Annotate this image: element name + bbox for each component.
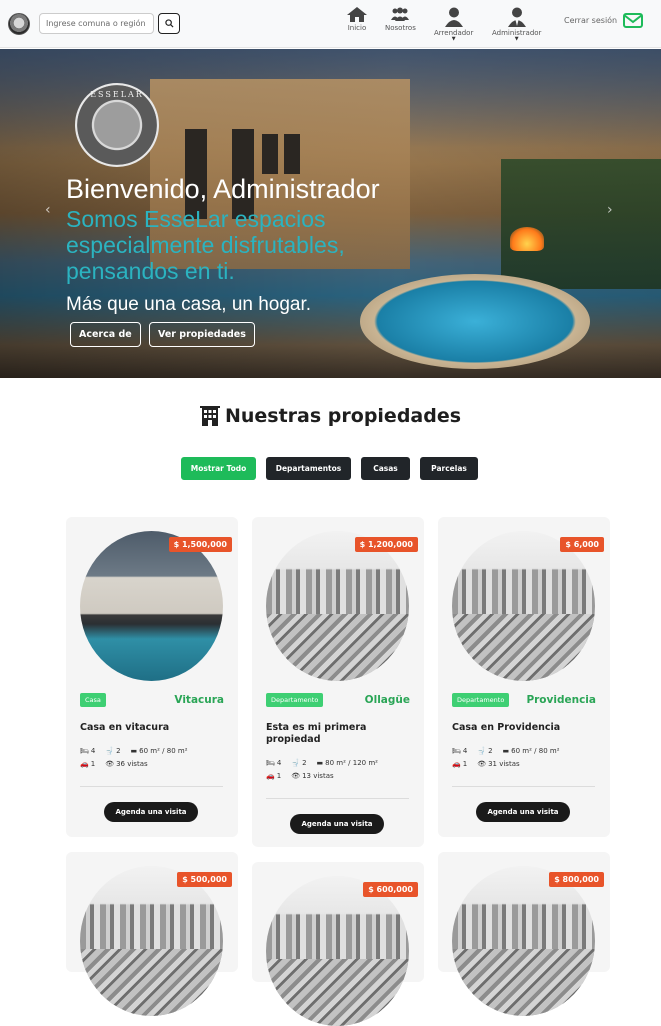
- nav-label-inicio: Inicio: [347, 24, 367, 32]
- brand-logo[interactable]: [8, 13, 30, 35]
- ruler-icon: ▬: [316, 759, 324, 767]
- bed-icon: 🛏: [452, 747, 461, 755]
- esselar-logo: ESSELAR: [75, 83, 159, 167]
- chevron-left-icon[interactable]: ‹: [45, 202, 51, 218]
- toilet-icon: 🚽: [291, 759, 301, 767]
- chevron-right-icon[interactable]: ›: [607, 202, 613, 218]
- features-row: 🛏 4 🚽 2 ▬ 60 m² / 80 m²: [80, 747, 188, 755]
- price-badge: $ 800,000: [549, 872, 604, 887]
- chevron-down-icon: ▼: [451, 36, 456, 42]
- type-badge: Departamento: [452, 693, 510, 707]
- property-photo[interactable]: [80, 866, 223, 1016]
- home-icon: [347, 7, 367, 22]
- nav-item-inicio[interactable]: Inicio: [347, 7, 367, 32]
- nav-label-nosotros: Nosotros: [385, 24, 416, 32]
- view-properties-button[interactable]: Ver propiedades: [149, 322, 255, 347]
- filter-casas-button[interactable]: Casas: [361, 457, 410, 480]
- nav-item-arrendador[interactable]: Arrendador ▼: [434, 7, 473, 42]
- features-row: 🛏 4 🚽 2 ▬ 60 m² / 80 m²: [452, 747, 560, 755]
- type-badge: Casa: [80, 693, 106, 707]
- schedule-visit-button[interactable]: Agenda una visita: [476, 802, 570, 822]
- price-badge: $ 1,500,000: [168, 537, 232, 552]
- comuna-label: Vitacura: [174, 694, 224, 706]
- eye-icon: 👁: [105, 760, 115, 768]
- features-row: 🚗 1 👁 13 vistas: [266, 772, 334, 780]
- nav-item-nosotros[interactable]: Nosotros: [385, 7, 416, 32]
- toilet-icon: 🚽: [477, 747, 487, 755]
- filter-parcelas-button[interactable]: Parcelas: [420, 457, 478, 480]
- property-title: Casa en Providencia: [452, 722, 561, 733]
- property-photo[interactable]: [266, 876, 409, 1026]
- filter-departamentos-button[interactable]: Departamentos: [266, 457, 351, 480]
- property-title: Esta es mi primera propiedad: [266, 722, 367, 745]
- price-badge: $ 500,000: [177, 872, 232, 887]
- toilet-icon: 🚽: [105, 747, 115, 755]
- search-button[interactable]: [158, 13, 180, 34]
- hero-carousel: ESSELAR Bienvenido, Administrador Somos …: [0, 49, 661, 378]
- comuna-label: Ollagüe: [364, 694, 410, 706]
- property-card[interactable]: $ 500,000: [66, 852, 238, 1016]
- property-card[interactable]: $ 1,500,000 Casa Vitacura Casa en vitacu…: [66, 517, 238, 837]
- type-badge: Departamento: [266, 693, 324, 707]
- bed-icon: 🛏: [266, 759, 275, 767]
- ruler-icon: ▬: [502, 747, 510, 755]
- envelope-icon: [623, 13, 644, 28]
- car-icon: 🚗: [452, 760, 461, 768]
- price-badge: $ 6,000: [560, 537, 604, 552]
- bed-icon: 🛏: [80, 747, 89, 755]
- features-row: 🛏 4 🚽 2 ▬ 80 m² / 120 m²: [266, 759, 378, 767]
- property-card[interactable]: $ 600,000: [252, 862, 424, 1026]
- ruler-icon: ▬: [130, 747, 138, 755]
- property-photo[interactable]: [266, 531, 409, 681]
- property-photo[interactable]: [80, 531, 223, 681]
- nav-item-administrador[interactable]: Administrador ▼: [492, 7, 541, 42]
- search-icon: [164, 19, 174, 28]
- price-badge: $ 600,000: [363, 882, 418, 897]
- chevron-down-icon: ▼: [514, 36, 519, 42]
- navbar: Inicio Nosotros Arrendador ▼ Administrad…: [0, 0, 661, 48]
- filter-all-button[interactable]: Mostrar Todo: [181, 457, 256, 480]
- building-icon: [199, 406, 220, 426]
- schedule-visit-button[interactable]: Agenda una visita: [290, 814, 384, 834]
- logout-label: Cerrar sesión: [564, 16, 618, 25]
- search-input[interactable]: [39, 13, 154, 34]
- hero-subtitle: Más que una casa, un hogar.: [66, 294, 312, 315]
- section-title-text: Nuestras propiedades: [224, 405, 462, 427]
- features-row: 🚗 1 👁 31 vistas: [452, 760, 520, 768]
- property-card[interactable]: $ 800,000: [438, 852, 610, 1016]
- logout-link[interactable]: Cerrar sesión: [564, 13, 644, 28]
- section-title: Nuestras propiedades: [0, 405, 661, 427]
- hero-pool-image: [360, 274, 590, 369]
- user-tie-icon: [507, 7, 526, 27]
- comuna-label: Providencia: [526, 694, 596, 706]
- car-icon: 🚗: [266, 772, 275, 780]
- property-photo[interactable]: [452, 866, 595, 1016]
- eye-icon: 👁: [291, 772, 301, 780]
- property-card[interactable]: $ 1,200,000 Departamento Ollagüe Esta es…: [252, 517, 424, 847]
- schedule-visit-button[interactable]: Agenda una visita: [104, 802, 198, 822]
- hero-title: Bienvenido, Administrador: [66, 174, 380, 204]
- about-button[interactable]: Acerca de: [70, 322, 141, 347]
- car-icon: 🚗: [80, 760, 89, 768]
- property-title: Casa en vitacura: [80, 722, 170, 733]
- price-badge: $ 1,200,000: [354, 537, 418, 552]
- user-icon: [444, 7, 463, 27]
- eye-icon: 👁: [477, 760, 487, 768]
- features-row: 🚗 1 👁 36 vistas: [80, 760, 148, 768]
- property-card[interactable]: $ 6,000 Departamento Providencia Casa en…: [438, 517, 610, 837]
- property-photo[interactable]: [452, 531, 595, 681]
- hero-tagline: Somos EsseLar espacios especialmente dis…: [66, 206, 345, 284]
- users-icon: [391, 7, 410, 21]
